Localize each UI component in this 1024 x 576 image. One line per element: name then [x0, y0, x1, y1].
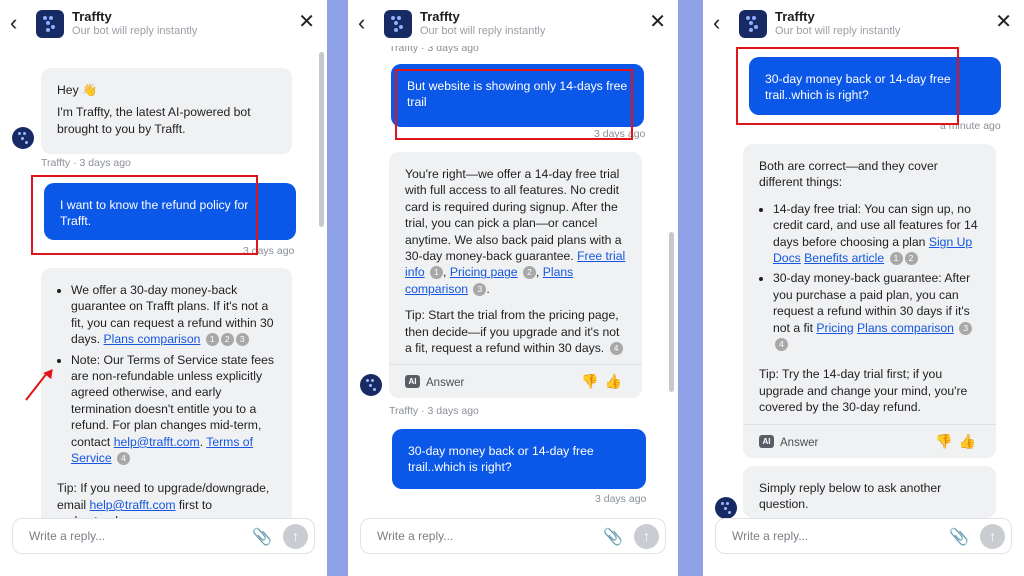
- citation-badge[interactable]: 1: [205, 333, 219, 347]
- thumbs-down-icon[interactable]: 👎: [581, 373, 604, 389]
- thumbs-up-icon[interactable]: 👍: [959, 433, 982, 449]
- chat-header: ‹ Traffty Our bot will reply instantly ✕: [348, 0, 678, 46]
- send-button[interactable]: ↑: [634, 524, 659, 549]
- greeting-line-2: I'm Traffty, the latest AI-powered bot b…: [57, 105, 251, 136]
- close-icon[interactable]: ✕: [995, 12, 1012, 32]
- answer-list-item: We offer a 30-day money-back guarantee o…: [71, 282, 276, 348]
- bot-subtitle: Our bot will reply instantly: [775, 25, 901, 37]
- answer-footer: AI Answer 👎👍: [389, 364, 642, 398]
- answer-label: Answer: [426, 377, 465, 389]
- scrollbar[interactable]: [319, 52, 324, 227]
- source-link[interactable]: Plans comparison: [104, 332, 201, 346]
- paperclip-icon[interactable]: 📎: [252, 527, 272, 547]
- bot-answer-bubble: You're right—we offer a 14-day free tria…: [389, 152, 642, 398]
- citation-badge[interactable]: 1: [889, 252, 903, 266]
- tip-body: Tip: Start the trial from the pricing pa…: [405, 308, 620, 356]
- bot-subtitle: Our bot will reply instantly: [72, 25, 198, 37]
- bot-name: Traffty: [775, 9, 815, 24]
- tip-text: Tip: Start the trial from the pricing pa…: [405, 307, 626, 356]
- paperclip-icon[interactable]: 📎: [949, 527, 969, 547]
- scrollbar[interactable]: [669, 232, 674, 392]
- close-icon[interactable]: ✕: [649, 12, 666, 32]
- citation-badge[interactable]: 3: [959, 321, 973, 335]
- chat-panel-2: ‹ Traffty Our bot will reply instantly ✕…: [348, 0, 678, 576]
- citation-badge[interactable]: 4: [775, 338, 788, 352]
- close-icon[interactable]: ✕: [298, 12, 315, 32]
- source-link[interactable]: Pricing page: [450, 265, 518, 279]
- answer-list-item: 30-day money-back guarantee: After you p…: [773, 270, 980, 352]
- highlight-box: [31, 175, 258, 255]
- bot-logo: [739, 10, 767, 38]
- ai-badge: AI: [405, 375, 420, 388]
- email-link[interactable]: help@trafft.com: [90, 498, 176, 512]
- paperclip-icon[interactable]: 📎: [603, 527, 623, 547]
- feedback-buttons: 👎👍: [935, 433, 982, 449]
- citation-badge[interactable]: 2: [904, 252, 918, 266]
- highlight-box: [395, 69, 633, 140]
- bot-logo: [384, 10, 412, 38]
- citation-badge[interactable]: 3: [473, 282, 487, 296]
- ai-badge: AI: [759, 435, 774, 448]
- chat-panel-1: ‹ Traffty Our bot will reply instantly ✕…: [0, 0, 327, 576]
- citation-badge[interactable]: 4: [609, 342, 623, 356]
- source-link[interactable]: Benefits article: [804, 251, 884, 265]
- reply-placeholder: Write a reply...: [29, 529, 106, 543]
- source-link[interactable]: Pricing: [816, 321, 853, 335]
- message-meta: Traffty · 3 days ago: [41, 157, 131, 169]
- thumbs-up-icon[interactable]: 👍: [605, 373, 628, 389]
- bot-name: Traffty: [420, 9, 460, 24]
- chat-header: ‹ Traffty Our bot will reply instantly ✕: [0, 0, 327, 46]
- bot-answer-bubble: We offer a 30-day money-back guarantee o…: [41, 268, 292, 538]
- citation-badge[interactable]: 3: [235, 333, 249, 347]
- bot-avatar: [715, 497, 737, 519]
- bot-avatar: [360, 374, 382, 396]
- reply-input[interactable]: Write a reply... 📎 ↑: [715, 518, 1012, 554]
- chevron-left-icon[interactable]: ‹: [10, 12, 17, 34]
- bot-greeting-bubble: Hey 👋 I'm Traffty, the latest AI-powered…: [41, 68, 292, 154]
- reply-input[interactable]: Write a reply... 📎 ↑: [360, 518, 666, 554]
- reply-input[interactable]: Write a reply... 📎 ↑: [12, 518, 315, 554]
- highlight-box: [736, 47, 959, 125]
- message-meta: Traffty · 3 days ago: [389, 405, 479, 417]
- answer-intro: Both are correct—and they cover differen…: [759, 159, 938, 190]
- chevron-left-icon[interactable]: ‹: [358, 12, 365, 34]
- answer-label: Answer: [780, 437, 819, 449]
- bot-name: Traffty: [72, 9, 112, 24]
- bot-logo: [36, 10, 64, 38]
- bot-avatar: [12, 127, 34, 149]
- answer-list-item: 14-day free trial: You can sign up, no c…: [773, 201, 980, 267]
- message-meta: 3 days ago: [595, 493, 647, 505]
- reply-placeholder: Write a reply...: [377, 529, 454, 543]
- send-button[interactable]: ↑: [283, 524, 308, 549]
- bot-subtitle: Our bot will reply instantly: [420, 25, 546, 37]
- reply-placeholder: Write a reply...: [732, 529, 809, 543]
- citation-badge[interactable]: 2: [220, 333, 234, 347]
- source-link[interactable]: Plans comparison: [857, 321, 954, 335]
- chat-header: ‹ Traffty Our bot will reply instantly ✕: [703, 0, 1024, 46]
- greeting-line-1: Hey 👋: [57, 83, 98, 97]
- answer-footer: AI Answer 👎👍: [743, 424, 996, 458]
- citation-badge[interactable]: 4: [117, 452, 131, 466]
- send-button[interactable]: ↑: [980, 524, 1005, 549]
- bot-followup-bubble: Simply reply below to ask another questi…: [743, 466, 996, 518]
- answer-list-item: Note: Our Terms of Service state fees ar…: [71, 352, 276, 467]
- citation-badge[interactable]: 1: [430, 266, 444, 280]
- chevron-left-icon[interactable]: ‹: [713, 12, 720, 34]
- feedback-buttons: 👎👍: [581, 373, 628, 389]
- chat-panel-3: ‹ Traffty Our bot will reply instantly ✕…: [703, 0, 1024, 576]
- tip-text: Tip: Try the 14-day trial first; if you …: [759, 367, 968, 415]
- user-message-bubble: 30-day money back or 14-day free trail..…: [392, 429, 646, 489]
- thumbs-down-icon[interactable]: 👎: [935, 433, 958, 449]
- answer-text: You're right—we offer a 14-day free tria…: [405, 167, 626, 296]
- bot-answer-bubble: Both are correct—and they cover differen…: [743, 144, 996, 458]
- citation-badge[interactable]: 2: [522, 266, 536, 280]
- email-link[interactable]: help@trafft.com: [114, 435, 200, 449]
